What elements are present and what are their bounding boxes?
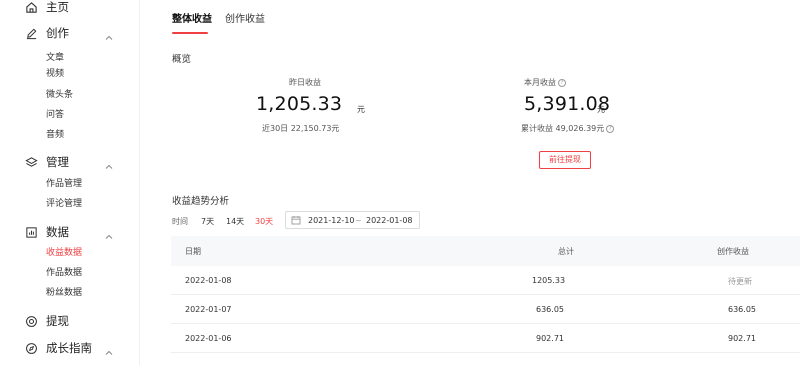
- sidebar-item-fans-data[interactable]: 粉丝数据: [46, 286, 82, 300]
- row-total: 1205.33: [532, 276, 566, 285]
- nav-create[interactable]: 创作: [0, 23, 140, 43]
- nav-growth-label: 成长指南: [46, 341, 92, 355]
- nav-create-label: 创作: [46, 26, 69, 40]
- month-income-label-text: 本月收益: [524, 78, 556, 87]
- date-range-picker[interactable]: 2021-12-10 ~ 2022-01-08: [285, 211, 420, 229]
- nav-manage-label: 管理: [46, 155, 69, 169]
- table-row: 2022-01-07 636.05 636.05: [171, 295, 800, 324]
- row-creation-income: 902.71: [728, 334, 756, 343]
- column-total: 总计: [558, 247, 574, 256]
- nav-withdraw-label: 提现: [46, 314, 69, 328]
- tab-active-indicator: [172, 32, 208, 34]
- filter-7-days[interactable]: 7天: [201, 216, 214, 227]
- date-separator: ~: [355, 216, 362, 225]
- table-header: 日期 总计 创作收益: [171, 236, 800, 266]
- yesterday-income-label: 昨日收益: [289, 78, 321, 87]
- nav-growth[interactable]: 成长指南: [0, 338, 140, 358]
- last-30-days-income: 近30日 22,150.73元: [262, 124, 340, 133]
- month-income-label: 本月收益?: [524, 77, 588, 88]
- calendar-icon: [291, 215, 301, 225]
- chevron-up-icon: [104, 28, 114, 40]
- table-row: 2022-01-06 902.71 902.71: [171, 324, 800, 353]
- chevron-up-icon: [104, 157, 114, 169]
- row-creation-income: 636.05: [728, 305, 756, 314]
- question-icon[interactable]: ?: [606, 124, 615, 133]
- row-date: 2022-01-06: [185, 334, 232, 343]
- sidebar-item-video[interactable]: 视频: [46, 67, 64, 81]
- total-income-text: 累计收益 49,026.39元: [521, 124, 605, 133]
- sidebar-item-audio[interactable]: 音频: [46, 128, 64, 142]
- sidebar-item-micro-post[interactable]: 微头条: [46, 88, 73, 102]
- total-income: 累计收益 49,026.39元?: [521, 123, 615, 134]
- nav-home-label: 主页: [46, 0, 69, 14]
- sidebar-item-comments-manage[interactable]: 评论管理: [46, 197, 82, 211]
- sidebar-item-article[interactable]: 文章: [46, 51, 64, 65]
- home-icon: [24, 0, 38, 14]
- date-start: 2021-12-10: [308, 216, 355, 225]
- table-row: 2022-01-08 1205.33 待更新: [171, 266, 800, 295]
- sidebar-item-qa[interactable]: 问答: [46, 108, 64, 122]
- sidebar-item-works-manage[interactable]: 作品管理: [46, 177, 82, 191]
- coin-icon: [24, 314, 38, 328]
- sidebar-item-works-data[interactable]: 作品数据: [46, 266, 82, 280]
- row-date: 2022-01-08: [185, 276, 232, 285]
- chart-icon: [24, 225, 38, 239]
- filter-14-days[interactable]: 14天: [226, 216, 244, 227]
- row-total: 636.05: [536, 305, 564, 314]
- tab-overall-income[interactable]: 整体收益: [172, 12, 212, 28]
- sidebar: 主页 创作 文章 视频 微头条 问答 音频 管理 作品管理 评论管理 数据 收益…: [0, 0, 140, 365]
- date-end: 2022-01-08: [366, 216, 413, 225]
- overview-title: 概览: [172, 54, 192, 65]
- nav-home[interactable]: 主页: [0, 0, 140, 17]
- tab-creation-income[interactable]: 创作收益: [225, 12, 265, 28]
- row-date: 2022-01-07: [185, 305, 232, 314]
- yesterday-income-value: 1,205.33: [256, 93, 343, 115]
- chevron-up-icon: [104, 227, 114, 239]
- nav-data[interactable]: 数据: [0, 222, 140, 242]
- nav-data-label: 数据: [46, 225, 69, 239]
- main-content: 整体收益 创作收益 概览 昨日收益 1,205.33 元 近30日 22,150…: [141, 0, 800, 365]
- nav-manage[interactable]: 管理: [0, 152, 140, 172]
- chevron-up-icon: [104, 343, 114, 355]
- trend-title: 收益趋势分析: [172, 196, 230, 207]
- time-filter-label: 时间: [172, 217, 188, 226]
- yesterday-income-unit: 元: [357, 105, 365, 114]
- filter-30-days[interactable]: 30天: [255, 216, 273, 227]
- compass-icon: [24, 341, 38, 355]
- pen-icon: [24, 26, 38, 40]
- month-income-unit: 元: [597, 105, 605, 114]
- row-creation-income: 待更新: [728, 277, 752, 286]
- question-icon[interactable]: ?: [558, 78, 566, 87]
- column-creation-income: 创作收益: [717, 247, 749, 256]
- layers-icon: [24, 155, 38, 169]
- go-withdraw-button[interactable]: 前往提现: [539, 151, 591, 169]
- nav-withdraw[interactable]: 提现: [0, 311, 140, 331]
- row-total: 902.71: [536, 334, 564, 343]
- column-date: 日期: [185, 247, 201, 256]
- sidebar-item-income-data[interactable]: 收益数据: [46, 246, 82, 260]
